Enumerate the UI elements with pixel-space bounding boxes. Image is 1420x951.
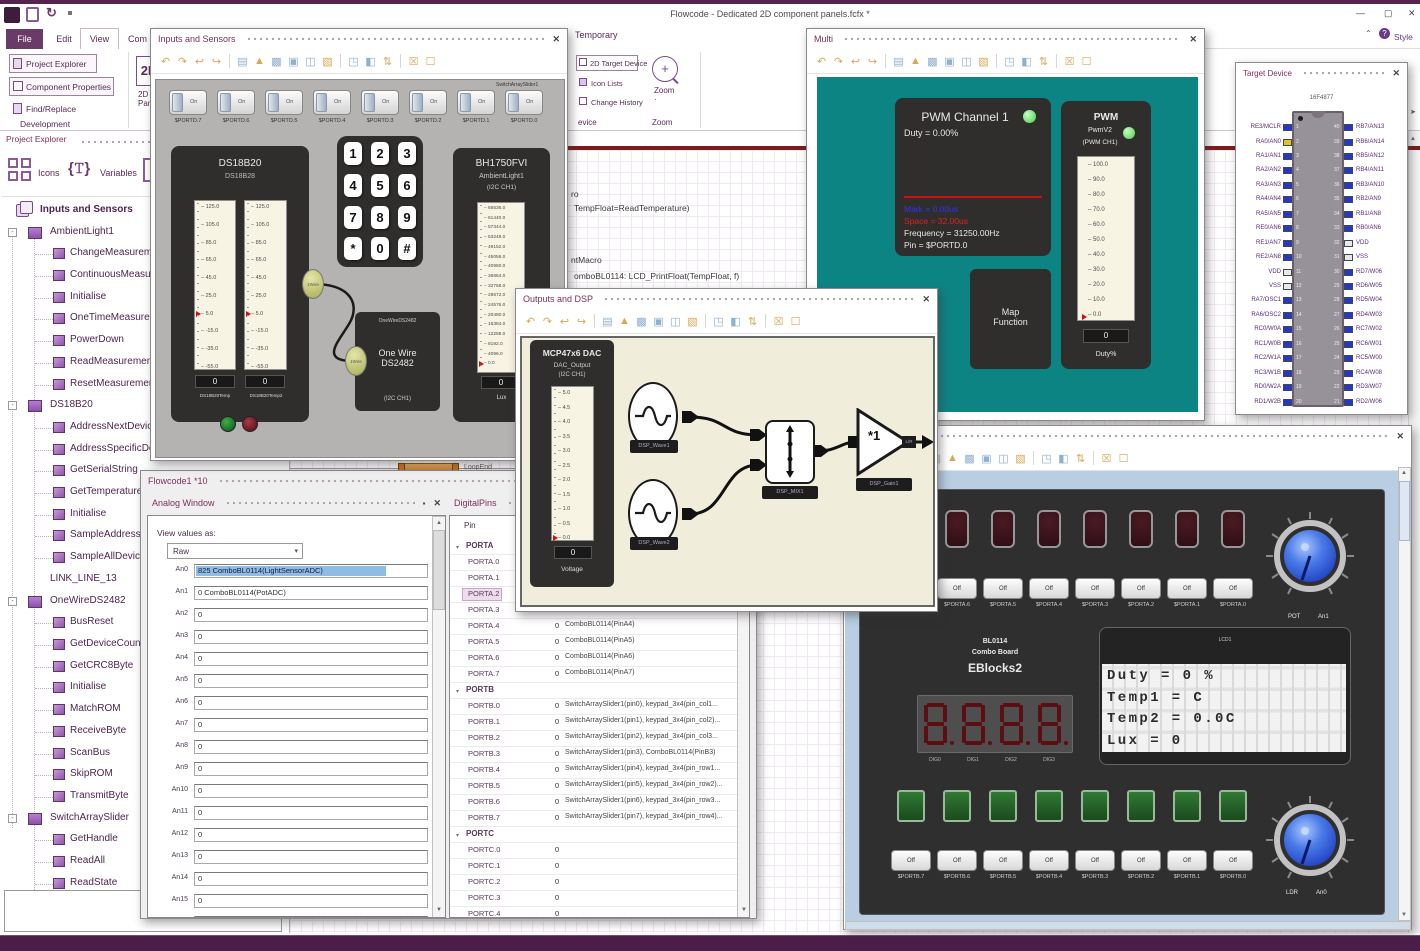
- svg-text:*1: *1: [868, 428, 880, 443]
